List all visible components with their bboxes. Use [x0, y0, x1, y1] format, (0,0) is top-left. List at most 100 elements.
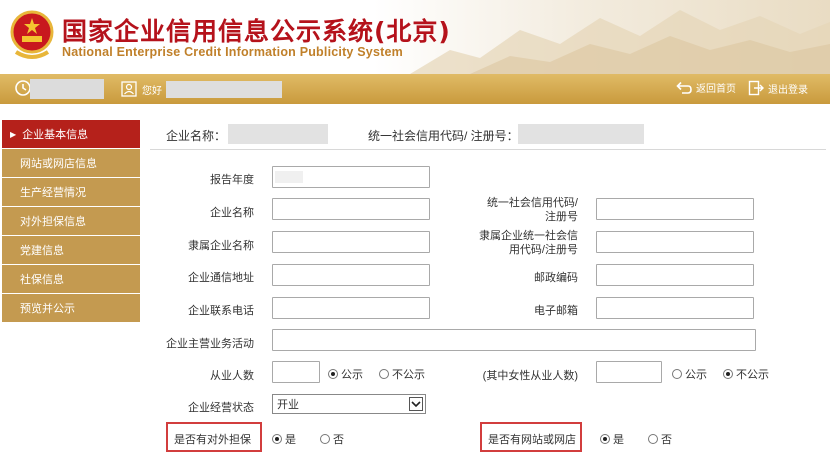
credit-code-label: 统一社会信用代码/注册号	[470, 196, 578, 224]
credit-code-label-line2: 注册号	[545, 211, 578, 223]
return-home-link[interactable]: 返回首页	[676, 80, 736, 95]
guarantee-no-radio[interactable]: 否	[320, 431, 344, 447]
parent-code-label-line2: 用代码/注册号	[508, 244, 578, 256]
sidebar-item-website[interactable]: 网站或网店信息	[2, 149, 140, 177]
sidebar-item-label: 企业基本信息	[22, 129, 89, 141]
sidebar-item-label: 党建信息	[20, 245, 64, 257]
address-input[interactable]	[272, 264, 430, 286]
business-input[interactable]	[272, 329, 756, 351]
parent-code-input[interactable]	[596, 231, 754, 253]
chevron-down-icon	[409, 397, 423, 411]
sidebar-item-label: 对外担保信息	[20, 216, 86, 228]
credit-code-heading: 统一社会信用代码/ 注册号：	[368, 129, 519, 143]
report-year-input[interactable]	[272, 166, 430, 188]
guarantee-yes-radio[interactable]: 是	[272, 431, 296, 447]
logout-link[interactable]: 退出登录	[748, 80, 808, 96]
email-input[interactable]	[596, 297, 754, 319]
credit-code-label-line1: 统一社会信用代码/	[486, 197, 578, 209]
status-label: 企业经营状态	[188, 402, 254, 414]
website-label: 是否有网站或网店	[488, 434, 576, 446]
redacted-company-name	[228, 124, 328, 144]
sidebar-item-operations[interactable]: 生产经营情况	[2, 178, 140, 206]
redacted-username	[166, 81, 282, 98]
company-name-heading: 企业名称：	[166, 129, 227, 143]
parent-company-input[interactable]	[272, 231, 430, 253]
radio-checked-icon	[600, 434, 610, 444]
employees-input[interactable]	[272, 361, 320, 383]
radio-label: 公示	[685, 369, 707, 381]
divider	[150, 149, 826, 150]
return-arrow-icon	[676, 81, 692, 94]
radio-label: 不公示	[392, 369, 425, 381]
female-publicity-group: 公示 不公示	[672, 366, 769, 382]
phone-input[interactable]	[272, 297, 430, 319]
female-public-radio[interactable]: 公示	[672, 366, 707, 382]
sidebar-item-guarantee[interactable]: 对外担保信息	[2, 207, 140, 235]
radio-unchecked-icon	[672, 369, 682, 379]
sidebar-item-preview-publish[interactable]: 预览并公示	[2, 294, 140, 322]
logout-label: 退出登录	[768, 84, 808, 96]
return-home-label: 返回首页	[696, 84, 736, 95]
female-employees-input[interactable]	[596, 361, 662, 383]
credit-code-input[interactable]	[596, 198, 754, 220]
female-not-public-radio[interactable]: 不公示	[723, 366, 769, 382]
email-label: 电子邮箱	[534, 305, 578, 317]
parent-code-label-line1: 隶属企业统一社会信	[479, 230, 578, 242]
website-no-radio[interactable]: 否	[648, 431, 672, 447]
sidebar-item-label: 生产经营情况	[20, 187, 86, 199]
radio-checked-icon	[723, 369, 733, 379]
sidebar-item-label: 网站或网店信息	[20, 158, 97, 170]
sidebar-item-basic-info[interactable]: ▶ 企业基本信息	[2, 120, 140, 148]
sidebar-item-label: 社保信息	[20, 274, 64, 286]
triangle-right-icon: ▶	[10, 129, 17, 139]
employees-public-radio[interactable]: 公示	[328, 366, 363, 382]
status-select[interactable]: 开业	[272, 394, 426, 414]
sidebar-item-label: 预览并公示	[20, 303, 75, 315]
radio-unchecked-icon	[648, 434, 658, 444]
address-label: 企业通信地址	[188, 272, 254, 284]
parent-code-label: 隶属企业统一社会信用代码/注册号	[462, 229, 578, 257]
radio-label: 是	[613, 434, 624, 446]
top-toolbar: 您好 返回首页 退出登录	[0, 74, 830, 104]
employees-not-public-radio[interactable]: 不公示	[379, 366, 425, 382]
radio-unchecked-icon	[379, 369, 389, 379]
guarantee-radio-group: 是 否	[272, 431, 360, 447]
national-emblem-icon	[10, 10, 54, 59]
status-select-value: 开业	[277, 399, 299, 411]
report-year-label: 报告年度	[210, 174, 254, 186]
guarantee-label: 是否有对外担保	[174, 434, 251, 446]
sidebar-nav: ▶ 企业基本信息 网站或网店信息 生产经营情况 对外担保信息 党建信息 社保信息…	[2, 120, 140, 323]
site-header: 国家企业信用信息公示系统(北京) National Enterprise Cre…	[0, 0, 830, 74]
radio-label: 否	[661, 434, 672, 446]
user-icon	[121, 81, 137, 97]
phone-label: 企业联系电话	[188, 305, 254, 317]
site-title-english: National Enterprise Credit Information P…	[62, 45, 403, 59]
redacted-date	[30, 79, 104, 99]
business-label: 企业主营业务活动	[166, 338, 254, 350]
radio-label: 公示	[341, 369, 363, 381]
postcode-input[interactable]	[596, 264, 754, 286]
radio-checked-icon	[328, 369, 338, 379]
radio-label: 是	[285, 434, 296, 446]
company-info-line: 企业名称： 统一社会信用代码/ 注册号：	[166, 122, 816, 148]
greeting-text: 您好	[142, 86, 162, 97]
radio-label: 不公示	[736, 369, 769, 381]
redacted-credit-code	[518, 124, 644, 144]
radio-unchecked-icon	[320, 434, 330, 444]
mountain-decoration	[410, 10, 830, 74]
radio-checked-icon	[272, 434, 282, 444]
company-name-label: 企业名称	[210, 207, 254, 219]
logout-icon	[748, 80, 764, 96]
company-name-input[interactable]	[272, 198, 430, 220]
female-employees-label: (其中女性从业人数)	[482, 370, 578, 382]
website-radio-group: 是 否	[600, 431, 688, 447]
sidebar-item-social-security[interactable]: 社保信息	[2, 265, 140, 293]
employees-publicity-group: 公示 不公示	[328, 366, 441, 382]
website-yes-radio[interactable]: 是	[600, 431, 624, 447]
employees-label: 从业人数	[210, 370, 254, 382]
parent-company-label: 隶属企业名称	[188, 240, 254, 252]
radio-label: 否	[333, 434, 344, 446]
sidebar-item-party[interactable]: 党建信息	[2, 236, 140, 264]
site-title: 国家企业信用信息公示系统(北京)	[62, 17, 451, 46]
postcode-label: 邮政编码	[534, 272, 578, 284]
